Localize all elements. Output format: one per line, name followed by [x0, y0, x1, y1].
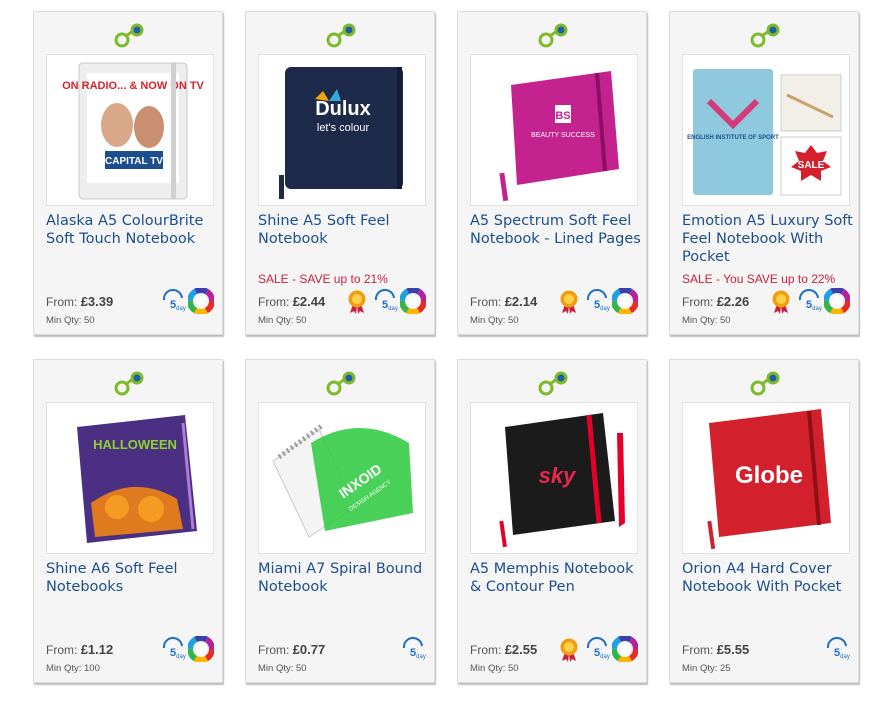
product-card[interactable]: BS BEAUTY SUCCESS A5 Spectrum Soft Feel …	[457, 11, 647, 335]
svg-text:sky: sky	[539, 463, 577, 488]
product-image[interactable]: INXOID DESIGN AGENCY	[258, 402, 426, 554]
svg-text:day: day	[176, 306, 186, 312]
product-title[interactable]: Alaska A5 ColourBrite Soft Touch Noteboo…	[46, 212, 218, 248]
min-qty: Min Qty: 50	[470, 315, 519, 326]
link-icon[interactable]	[113, 370, 147, 396]
5day-icon: 5 day	[586, 637, 610, 660]
product-title[interactable]: Shine A6 Soft Feel Notebooks	[46, 560, 218, 596]
svg-text:day: day	[176, 654, 186, 660]
link-icon[interactable]	[749, 370, 783, 396]
svg-text:day: day	[416, 654, 426, 660]
5day-icon: 5 day	[586, 289, 610, 312]
svg-text:day: day	[812, 306, 822, 312]
product-image[interactable]: HALLOWEEN	[46, 402, 214, 554]
sale-text: SALE - You SAVE up to 22%	[682, 272, 836, 286]
colour-wheel-icon	[188, 288, 214, 314]
svg-text:HALLOWEEN: HALLOWEEN	[93, 437, 177, 452]
link-icon[interactable]	[537, 370, 571, 396]
colour-wheel-icon	[400, 288, 426, 314]
price: From: £1.12	[46, 642, 114, 657]
svg-text:5: 5	[806, 299, 812, 311]
link-icon[interactable]	[325, 370, 359, 396]
product-card[interactable]: Dulux let's colour Shine A5 Soft Feel No…	[245, 11, 435, 335]
product-card[interactable]: sky A5 Memphis Notebook & Contour Pen Fr…	[457, 359, 647, 683]
product-title[interactable]: Shine A5 Soft Feel Notebook	[258, 212, 430, 248]
svg-text:let's colour: let's colour	[317, 122, 370, 134]
min-qty: Min Qty: 100	[46, 663, 100, 674]
svg-text:SALE: SALE	[798, 160, 825, 171]
price: From: £2.44	[258, 294, 326, 309]
price: From: £2.26	[682, 294, 750, 309]
link-icon[interactable]	[113, 22, 147, 48]
product-card[interactable]: ENGLISH INSTITUTE OF SPORT SALE Emotion …	[669, 11, 859, 335]
price: From: £2.14	[470, 294, 538, 309]
price: From: £0.77	[258, 642, 326, 657]
link-icon[interactable]	[537, 22, 571, 48]
svg-text:5: 5	[594, 647, 600, 659]
svg-text:Dulux: Dulux	[315, 98, 371, 120]
svg-text:5: 5	[382, 299, 388, 311]
colour-wheel-icon	[612, 636, 638, 662]
product-card[interactable]: HALLOWEEN Shine A6 Soft Feel Notebooks F…	[33, 359, 223, 683]
product-image[interactable]: Globe	[682, 402, 850, 554]
5day-icon: 5 day	[826, 637, 850, 660]
price: From: £3.39	[46, 294, 114, 309]
min-qty: Min Qty: 50	[258, 663, 307, 674]
award-icon	[772, 290, 790, 314]
min-qty: Min Qty: 50	[682, 315, 731, 326]
svg-text:day: day	[600, 654, 610, 660]
colour-wheel-icon	[612, 288, 638, 314]
svg-text:BS: BS	[555, 110, 570, 122]
5day-icon: 5 day	[402, 637, 426, 660]
svg-text:5: 5	[170, 299, 176, 311]
svg-text:day: day	[840, 654, 850, 660]
svg-text:5: 5	[170, 647, 176, 659]
award-icon	[560, 290, 578, 314]
product-title[interactable]: Emotion A5 Luxury Soft Feel Notebook Wit…	[682, 212, 854, 266]
svg-text:day: day	[388, 306, 398, 312]
svg-text:5: 5	[834, 647, 840, 659]
product-card[interactable]: INXOID DESIGN AGENCY Miami A7 Spiral Bou…	[245, 359, 435, 683]
product-image[interactable]: BS BEAUTY SUCCESS	[470, 54, 638, 206]
link-icon[interactable]	[749, 22, 783, 48]
product-card[interactable]: Globe Orion A4 Hard Cover Notebook With …	[669, 359, 859, 683]
product-image[interactable]: Dulux let's colour	[258, 54, 426, 206]
product-image[interactable]: ON RADIO... & NOW ON TV CAPITAL TV	[46, 54, 214, 206]
5day-icon: 5 day	[374, 289, 398, 312]
svg-text:Globe: Globe	[735, 462, 803, 489]
product-image[interactable]: ENGLISH INSTITUTE OF SPORT SALE	[682, 54, 850, 206]
svg-text:CAPITAL TV: CAPITAL TV	[105, 156, 163, 167]
product-title[interactable]: Miami A7 Spiral Bound Notebook	[258, 560, 430, 596]
link-icon[interactable]	[325, 22, 359, 48]
5day-icon: 5 day	[162, 637, 186, 660]
award-icon	[560, 638, 578, 662]
svg-text:ON RADIO... & NOW ON TV: ON RADIO... & NOW ON TV	[62, 80, 204, 92]
product-image[interactable]: sky	[470, 402, 638, 554]
min-qty: Min Qty: 50	[46, 315, 95, 326]
colour-wheel-icon	[824, 288, 850, 314]
svg-text:5: 5	[410, 647, 416, 659]
min-qty: Min Qty: 50	[470, 663, 519, 674]
price: From: £5.55	[682, 642, 750, 657]
min-qty: Min Qty: 25	[682, 663, 731, 674]
colour-wheel-icon	[188, 636, 214, 662]
svg-text:5: 5	[594, 299, 600, 311]
product-card[interactable]: ON RADIO... & NOW ON TV CAPITAL TV Alask…	[33, 11, 223, 335]
min-qty: Min Qty: 50	[258, 315, 307, 326]
award-icon	[348, 290, 366, 314]
svg-text:ENGLISH INSTITUTE OF SPORT: ENGLISH INSTITUTE OF SPORT	[687, 135, 779, 141]
sale-text: SALE - SAVE up to 21%	[258, 272, 388, 286]
5day-icon: 5 day	[162, 289, 186, 312]
svg-text:BEAUTY SUCCESS: BEAUTY SUCCESS	[531, 132, 595, 139]
5day-icon: 5 day	[798, 289, 822, 312]
product-title[interactable]: A5 Memphis Notebook & Contour Pen	[470, 560, 642, 596]
product-title[interactable]: A5 Spectrum Soft Feel Notebook - Lined P…	[470, 212, 642, 248]
price: From: £2.55	[470, 642, 538, 657]
product-title[interactable]: Orion A4 Hard Cover Notebook With Pocket	[682, 560, 854, 596]
svg-text:day: day	[600, 306, 610, 312]
